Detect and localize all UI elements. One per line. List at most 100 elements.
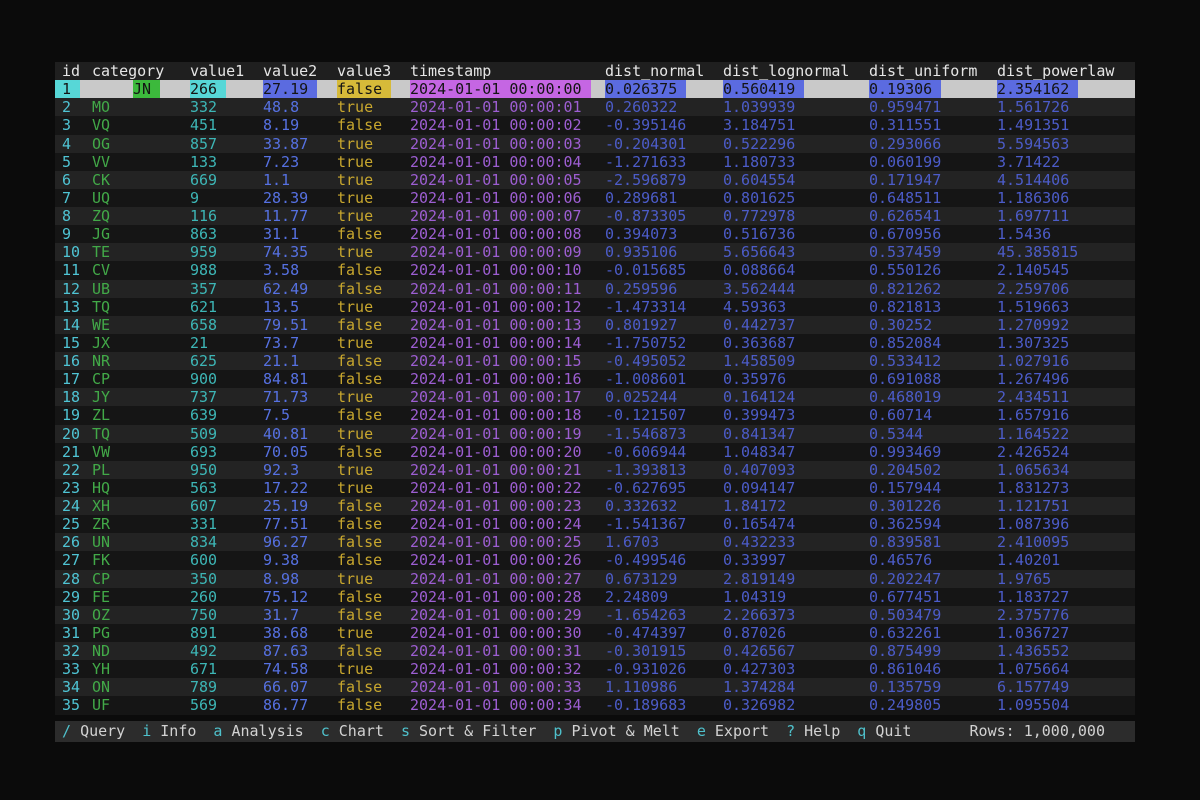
cell-category: YH <box>92 660 190 678</box>
cell-value: 0.094147 <box>723 479 795 497</box>
cell-value: 0.516736 <box>723 225 795 243</box>
cell-value: 0.301226 <box>869 497 941 515</box>
cell-category: VW <box>92 443 190 461</box>
header-cell-value2: value2 <box>263 62 337 80</box>
cell-dist_powerlaw: 1.186306 <box>997 189 1135 207</box>
table-row[interactable]: 35UF56986.77false2024-01-01 00:00:34-0.1… <box>55 696 1135 714</box>
menu-item-sort-filter[interactable]: s Sort & Filter <box>401 721 536 742</box>
cell-value: 563 <box>190 479 217 497</box>
cell-dist_powerlaw: 1.036727 <box>997 624 1135 642</box>
cell-value: 133 <box>190 153 217 171</box>
cell-value: 0.604554 <box>723 171 795 189</box>
cell-dist_uniform: 0.677451 <box>869 588 997 606</box>
cell-value: 0.249805 <box>869 696 941 714</box>
cell-value: 1.164522 <box>997 425 1069 443</box>
cell-value1: 625 <box>190 352 263 370</box>
table-row[interactable]: 30OZ75031.7false2024-01-01 00:00:29-1.65… <box>55 606 1135 624</box>
table-row[interactable]: 2MO33248.8true2024-01-01 00:00:010.26032… <box>55 98 1135 116</box>
table-row[interactable]: 11CV9883.58false2024-01-01 00:00:10-0.01… <box>55 261 1135 279</box>
menu-item-info[interactable]: i Info <box>142 721 196 742</box>
cell-dist_powerlaw: 1.065634 <box>997 461 1135 479</box>
cell-value2: 31.1 <box>263 225 337 243</box>
menu-item-query[interactable]: / Query <box>62 721 125 742</box>
table-row[interactable]: 15JX2173.7true2024-01-01 00:00:14-1.7507… <box>55 334 1135 352</box>
cell-value: 15 <box>55 334 80 352</box>
cell-value: 1.121751 <box>997 497 1069 515</box>
cell-value: 0.801927 <box>605 316 677 334</box>
cell-value: 28 <box>55 570 80 588</box>
table-row[interactable]: 5VV1337.23true2024-01-01 00:00:04-1.2716… <box>55 153 1135 171</box>
table-row[interactable]: 21VW69370.05false2024-01-01 00:00:20-0.6… <box>55 443 1135 461</box>
cell-value: false <box>337 642 382 660</box>
menu-item-pivot-melt[interactable]: p Pivot & Melt <box>553 721 679 742</box>
cell-dist_powerlaw: 2.259706 <box>997 280 1135 298</box>
cell-value: 2024-01-01 00:00:29 <box>410 606 582 624</box>
menu-key: / <box>62 722 71 740</box>
table-row[interactable]: 22PL95092.3true2024-01-01 00:00:21-1.393… <box>55 461 1135 479</box>
table-row[interactable]: 14WE65879.51false2024-01-01 00:00:130.80… <box>55 316 1135 334</box>
cell-value: 2024-01-01 00:00:10 <box>410 261 582 279</box>
cell-dist_normal: -1.271633 <box>605 153 723 171</box>
cell-value: UQ <box>92 189 110 207</box>
menu-item-quit[interactable]: q Quit <box>857 721 911 742</box>
table-row[interactable]: 20TQ50940.81true2024-01-01 00:00:19-1.54… <box>55 425 1135 443</box>
table-row[interactable]: 29FE26075.12false2024-01-01 00:00:282.24… <box>55 588 1135 606</box>
cell-id: 12 <box>55 280 92 298</box>
cell-value: 1.183727 <box>997 588 1069 606</box>
table-row[interactable]: 8ZQ11611.77true2024-01-01 00:00:07-0.873… <box>55 207 1135 225</box>
menu-item-chart[interactable]: c Chart <box>321 721 384 742</box>
cell-dist_uniform: 0.648511 <box>869 189 997 207</box>
table-row[interactable]: 16NR62521.1false2024-01-01 00:00:15-0.49… <box>55 352 1135 370</box>
cell-dist_normal: -1.393813 <box>605 461 723 479</box>
cell-value: 639 <box>190 406 217 424</box>
cell-id: 13 <box>55 298 92 316</box>
table-row[interactable]: 10TE95974.35true2024-01-01 00:00:090.935… <box>55 243 1135 261</box>
cell-value: 4.514406 <box>997 171 1069 189</box>
cell-dist_normal: -0.495052 <box>605 352 723 370</box>
cell-dist_lognormal: 0.87026 <box>723 624 869 642</box>
cell-dist_normal: -0.931026 <box>605 660 723 678</box>
cell-value: true <box>337 461 373 479</box>
table-row[interactable]: 23HQ56317.22true2024-01-01 00:00:22-0.62… <box>55 479 1135 497</box>
cell-value: 266 <box>190 80 226 98</box>
table-row[interactable]: 34ON78966.07false2024-01-01 00:00:331.11… <box>55 678 1135 696</box>
table-row[interactable]: 6CK6691.1true2024-01-01 00:00:05-2.59687… <box>55 171 1135 189</box>
cell-value: 693 <box>190 443 217 461</box>
cell-timestamp: 2024-01-01 00:00:01 <box>410 98 605 116</box>
cell-value: VW <box>92 443 110 461</box>
table-row[interactable]: 9JG86331.1false2024-01-01 00:00:080.3940… <box>55 225 1135 243</box>
cell-value2: 40.81 <box>263 425 337 443</box>
cell-value3: true <box>337 624 410 642</box>
table-row[interactable]: 27FK6009.38false2024-01-01 00:00:26-0.49… <box>55 551 1135 569</box>
menu-item-help[interactable]: ? Help <box>786 721 840 742</box>
table-row[interactable]: 4OG85733.87true2024-01-01 00:00:03-0.204… <box>55 135 1135 153</box>
cell-value: 0.522296 <box>723 135 795 153</box>
table-row-selected[interactable]: 1JN26627.19false2024-01-01 00:00:000.026… <box>55 80 1135 98</box>
table-row[interactable]: 18JY73771.73true2024-01-01 00:00:170.025… <box>55 388 1135 406</box>
table-row[interactable]: 7UQ928.39true2024-01-01 00:00:060.289681… <box>55 189 1135 207</box>
table-row[interactable]: 17CP90084.81false2024-01-01 00:00:16-1.0… <box>55 370 1135 388</box>
table-row[interactable]: 3VQ4518.19false2024-01-01 00:00:02-0.395… <box>55 116 1135 134</box>
cell-value: 3.562444 <box>723 280 795 298</box>
table-row[interactable]: 31PG89138.68true2024-01-01 00:00:30-0.47… <box>55 624 1135 642</box>
menu-item-export[interactable]: e Export <box>697 721 769 742</box>
header-label: value2 <box>263 62 317 80</box>
table-row[interactable]: 26UN83496.27false2024-01-01 00:00:251.67… <box>55 533 1135 551</box>
cell-value: 21 <box>55 443 80 461</box>
cell-timestamp: 2024-01-01 00:00:04 <box>410 153 605 171</box>
cell-value1: 658 <box>190 316 263 334</box>
cell-value: 0.259596 <box>605 280 677 298</box>
menu-item-analysis[interactable]: a Analysis <box>213 721 303 742</box>
table-row[interactable]: 12UB35762.49false2024-01-01 00:00:110.25… <box>55 280 1135 298</box>
table-row[interactable]: 13TQ62113.5true2024-01-01 00:00:12-1.473… <box>55 298 1135 316</box>
table-row[interactable]: 33YH67174.58true2024-01-01 00:00:32-0.93… <box>55 660 1135 678</box>
cell-value: 20 <box>55 425 80 443</box>
table-row[interactable]: 19ZL6397.5false2024-01-01 00:00:18-0.121… <box>55 406 1135 424</box>
table-row[interactable]: 24XH60725.19false2024-01-01 00:00:230.33… <box>55 497 1135 515</box>
table-row[interactable]: 32ND49287.63false2024-01-01 00:00:31-0.3… <box>55 642 1135 660</box>
table-row[interactable]: 28CP3508.98true2024-01-01 00:00:270.6731… <box>55 570 1135 588</box>
cell-value: 21 <box>190 334 208 352</box>
cell-value: 19 <box>55 406 80 424</box>
cell-dist_uniform: 0.632261 <box>869 624 997 642</box>
table-row[interactable]: 25ZR33177.51false2024-01-01 00:00:24-1.5… <box>55 515 1135 533</box>
